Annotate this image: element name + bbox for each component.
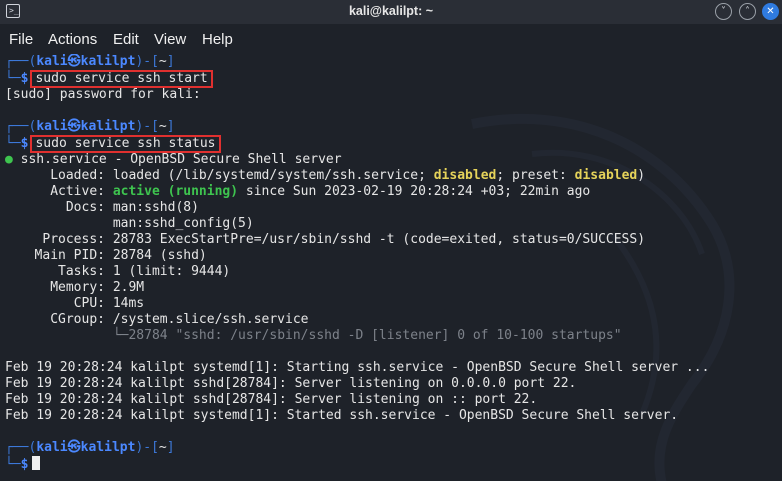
docs-line: Docs: man:sshd(8): [65, 200, 199, 215]
terminal-output[interactable]: ┌──(kali㉿kalilpt)-[~] └─$ sudo service ss…: [0, 54, 782, 481]
log-line-2: Feb 19 20:28:24 kalilpt sshd[28784]: Ser…: [5, 376, 577, 391]
log-line-3: Feb 19 20:28:24 kalilpt sshd[28784]: Ser…: [5, 392, 538, 407]
status-dot-icon: ●: [5, 152, 13, 167]
tasks-line: Tasks: 1 (limit: 9444): [58, 264, 231, 279]
prompt-line-2: ┌──(kali㉿kalilpt)-[~]: [5, 119, 175, 134]
menu-actions[interactable]: Actions: [48, 31, 97, 48]
window-title: kali@kalilpt: ~: [348, 4, 434, 18]
cgroup-line: CGroup: /system.slice/ssh.service: [50, 312, 309, 327]
process-line: Process: 28783 ExecStartPre=/usr/sbin/ss…: [42, 232, 646, 247]
title-bar: >_ kali@kalilpt: ~ ˅ ˄ ✕: [0, 0, 782, 24]
memory-line: Memory: 2.9M: [50, 280, 145, 295]
menu-file[interactable]: File: [9, 31, 33, 48]
loaded-line: Loaded: loaded (/lib/systemd/system/ssh.…: [50, 168, 646, 183]
menu-bar: File Actions Edit View Help: [0, 24, 782, 54]
prompt-line-1: ┌──(kali㉿kalilpt)-[~]: [5, 54, 175, 69]
active-line: Active: active (running) since Sun 2023-…: [50, 184, 591, 199]
sudo-prompt: [sudo] password for kali:: [5, 87, 201, 102]
close-button[interactable]: ✕: [762, 3, 779, 20]
command-line-3[interactable]: └─$: [5, 456, 41, 472]
command-line-2: └─$ sudo service ssh status: [5, 135, 221, 153]
cpu-line: CPU: 14ms: [73, 296, 145, 311]
log-line-4: Feb 19 20:28:24 kalilpt systemd[1]: Star…: [5, 408, 679, 423]
text-cursor: [32, 456, 41, 470]
docs-line-2: man:sshd_config(5): [112, 216, 254, 231]
service-header: ● ssh.service - OpenBSD Secure Shell ser…: [5, 152, 342, 167]
maximize-button[interactable]: ˄: [739, 3, 756, 20]
cgroup-child: └─28784 "sshd: /usr/sbin/sshd -D [listen…: [112, 328, 622, 343]
command-start: sudo service ssh start: [30, 70, 213, 88]
command-line-1: └─$ sudo service ssh start: [5, 70, 213, 88]
mainpid-line: Main PID: 28784 (sshd): [34, 248, 207, 263]
menu-help[interactable]: Help: [202, 31, 233, 48]
command-status: sudo service ssh status: [30, 135, 221, 153]
menu-edit[interactable]: Edit: [113, 31, 139, 48]
minimize-button[interactable]: ˅: [715, 3, 732, 20]
prompt-line-3: ┌──(kali㉿kalilpt)-[~]: [5, 440, 175, 455]
menu-view[interactable]: View: [154, 31, 186, 48]
log-line-1: Feb 19 20:28:24 kalilpt systemd[1]: Star…: [5, 360, 710, 375]
